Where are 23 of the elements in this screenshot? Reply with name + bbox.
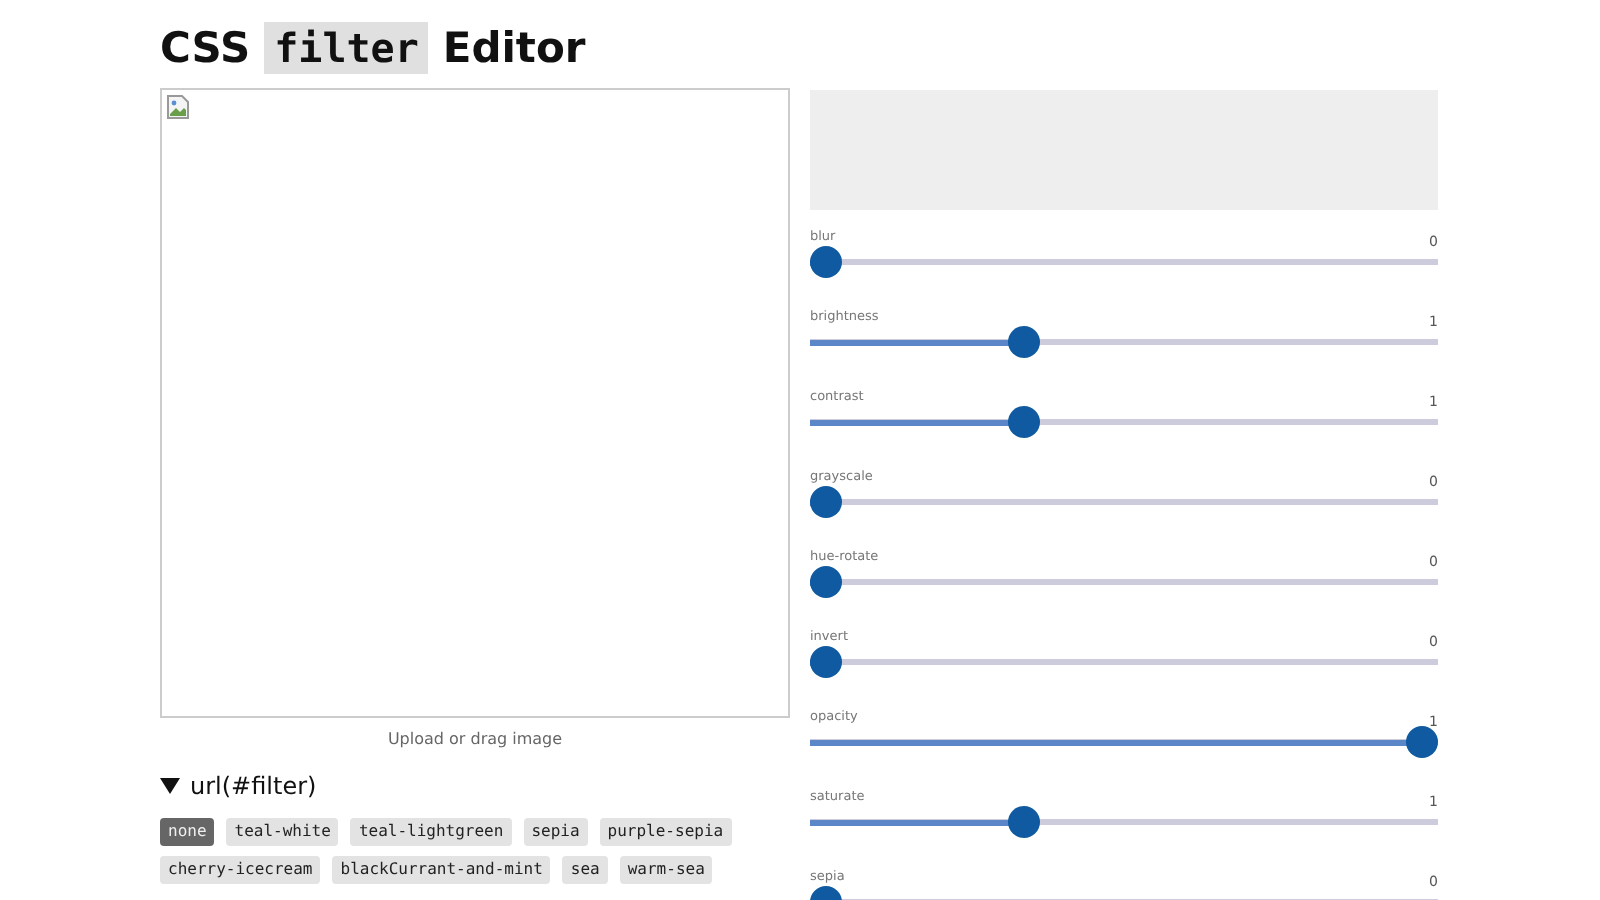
slider-thumb[interactable] [1406,726,1438,758]
preset-chip[interactable]: teal-white [226,818,339,846]
preset-chip[interactable]: none [160,818,215,846]
preset-chip[interactable]: cherry-icecream [160,856,321,884]
code-word: filter [264,22,429,74]
preset-chip[interactable]: sepia [523,818,588,846]
upload-hint: Upload or drag image [385,730,565,748]
preset-chip[interactable]: sea [562,856,608,884]
slider-thumb[interactable] [810,486,842,518]
title-text: CSS [160,24,251,72]
filter-disclosure[interactable]: url(#filter) [160,772,790,800]
title-text: Editor [442,24,586,72]
slider-thumb[interactable] [810,646,842,678]
slider-thumb[interactable] [810,246,842,278]
slider-thumb[interactable] [1008,806,1041,838]
slider-thumb[interactable] [810,566,842,598]
preset-chip[interactable]: purple-sepia [599,818,732,846]
preset-chip[interactable]: warm-sea [619,856,713,884]
broken-image-icon [166,94,190,120]
preset-chip[interactable]: blackCurrant-and-mint [332,856,551,884]
preset-chip[interactable]: teal-lightgreen [350,818,512,846]
slider-thumb[interactable] [1008,326,1041,358]
slider-thumb[interactable] [1008,406,1041,438]
